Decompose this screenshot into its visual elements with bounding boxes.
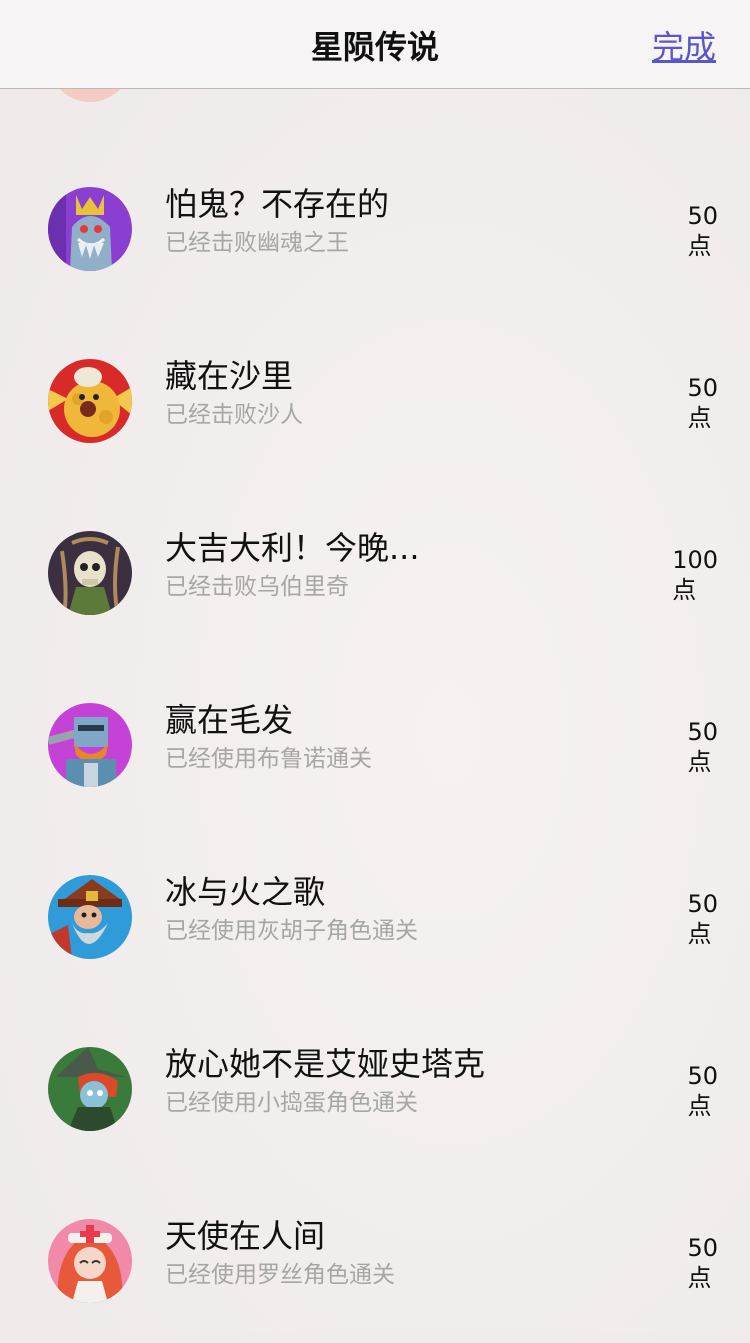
achievement-row[interactable]: 怕鬼？不存在的 已经击败幽魂之王 50 点 [0,139,750,311]
points-unit: 点 [687,920,712,948]
points-unit: 点 [687,1264,712,1292]
witch-avatar-icon [48,1047,132,1131]
ghost-king-avatar-icon [48,187,132,271]
achievement-row[interactable]: 放心她不是艾娅史塔克 已经使用小捣蛋角色通关 50 点 [0,999,750,1171]
points-value: 50 [687,1062,718,1090]
achievement-points: 50 点 [687,1233,718,1293]
points-unit: 点 [687,232,712,260]
achievement-row[interactable]: 天使在人间 已经使用罗丝角色通关 50 点 [0,1171,750,1343]
points-value: 50 [687,374,718,402]
rose-avatar-icon [48,1219,132,1303]
achievement-description: 已经击败沙人 [165,402,303,428]
achievement-title: 冰与火之歌 [165,873,326,911]
achievement-description: 已经击败幽魂之王 [165,230,349,256]
points-unit: 点 [687,1092,712,1120]
points-value: 50 [687,890,718,918]
achievement-title: 天使在人间 [165,1217,326,1255]
achievement-title: 放心她不是艾娅史塔克 [165,1045,486,1083]
achievement-row[interactable]: 赢在毛发 已经使用布鲁诺通关 50 点 [0,655,750,827]
achievement-row[interactable]: 冰与火之歌 已经使用灰胡子角色通关 50 点 [0,827,750,999]
achievement-row[interactable]: 藏在沙里 已经击败沙人 50 点 [0,311,750,483]
points-value: 50 [687,718,718,746]
navigation-bar: 星陨传说 完成 [0,0,750,89]
sandman-avatar-icon [48,359,132,443]
points-value: 100 [672,546,718,574]
achievement-title: 赢在毛发 [165,701,294,739]
achievement-points: 50 点 [687,889,718,949]
page-title: 星陨传说 [310,28,439,66]
achievement-description: 已经使用灰胡子角色通关 [165,918,418,944]
points-unit: 点 [687,748,712,776]
achievement-points: 50 点 [687,717,718,777]
bruno-avatar-icon [48,703,132,787]
achievement-points: 50 点 [687,1061,718,1121]
done-button[interactable]: 完成 [652,22,716,68]
achievement-row[interactable]: 大吉大利！今晚... 已经击败乌伯里奇 100 点 [0,483,750,655]
points-unit: 点 [687,404,712,432]
achievement-list[interactable]: 怕鬼？不存在的 已经击败幽魂之王 50 点 藏在沙里 已经击败沙人 50 点 大… [0,89,750,1343]
points-value: 50 [687,202,718,230]
achievement-points: 50 点 [687,373,718,433]
greybeard-avatar-icon [48,875,132,959]
achievement-description: 已经使用罗丝角色通关 [165,1262,395,1288]
achievement-description: 已经使用布鲁诺通关 [165,746,372,772]
achievement-title: 大吉大利！今晚... [165,529,420,567]
achievement-points: 50 点 [687,201,718,261]
achievement-title: 怕鬼？不存在的 [165,185,390,223]
points-value: 50 [687,1234,718,1262]
achievement-description: 已经使用小捣蛋角色通关 [165,1090,418,1116]
achievement-points: 100 点 [672,545,718,605]
achievement-title: 藏在沙里 [165,357,294,395]
points-unit: 点 [672,576,697,604]
achievement-description: 已经击败乌伯里奇 [165,574,349,600]
skull-avatar-icon [48,531,132,615]
